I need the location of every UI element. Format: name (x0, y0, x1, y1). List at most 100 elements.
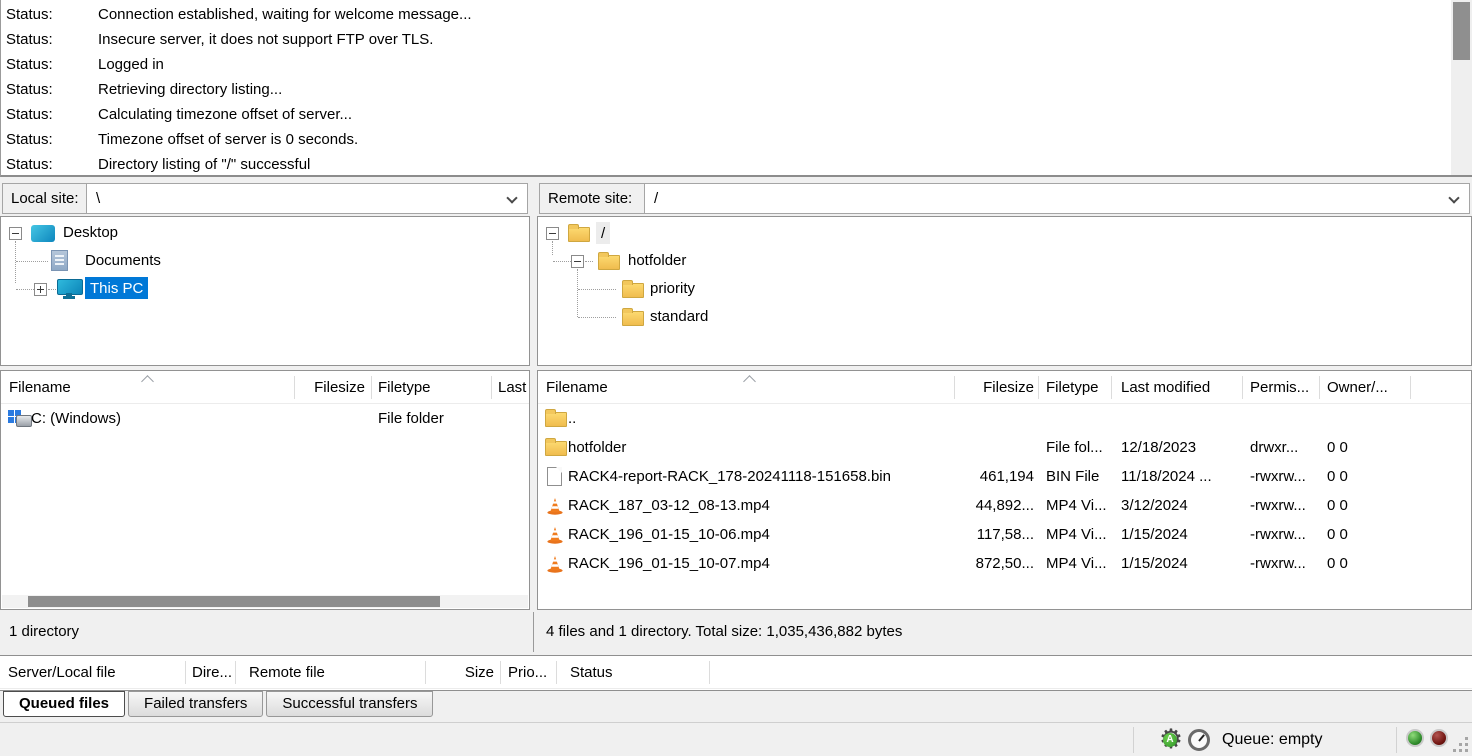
tree-item-documents[interactable]: Documents (85, 250, 161, 272)
log-message: Logged in (98, 56, 164, 73)
queue-tabs: Queued files Failed transfers Successful… (3, 691, 436, 717)
remote-site-path: / (654, 190, 658, 207)
column-header-filesize[interactable]: Filesize (958, 371, 1034, 404)
vlc-cone-icon (546, 555, 564, 573)
remote-site-combobox[interactable]: / (644, 183, 1470, 214)
column-resize-handle[interactable] (425, 661, 426, 684)
chevron-down-icon[interactable] (506, 192, 517, 203)
tree-item-root[interactable]: / (596, 222, 610, 244)
local-scrollbar-thumb[interactable] (28, 596, 440, 607)
file-owner: 0 0 (1327, 491, 1348, 520)
tree-connector (48, 289, 56, 290)
file-name: RACK_187_03-12_08-13.mp4 (568, 491, 770, 520)
file-last-modified: 1/15/2024 (1121, 520, 1188, 549)
folder-icon (622, 311, 644, 326)
file-row[interactable]: RACK_196_01-15_10-06.mp4 117,58... MP4 V… (538, 520, 1471, 549)
tree-connector (577, 269, 578, 317)
column-header-permissions[interactable]: Permis... (1250, 371, 1309, 404)
column-resize-handle[interactable] (185, 661, 186, 684)
file-last-modified: 11/18/2024 ... (1121, 462, 1212, 491)
local-file-list: Filename Filesize Filetype Last C: (Wind… (0, 370, 530, 610)
column-header-filetype[interactable]: Filetype (1046, 371, 1099, 404)
log-line: Status:Insecure server, it does not supp… (1, 27, 1472, 52)
column-resize-handle[interactable] (294, 376, 295, 399)
file-row[interactable]: .. (538, 404, 1471, 433)
tree-item-desktop[interactable]: Desktop (63, 222, 118, 244)
collapse-expander-icon[interactable] (571, 255, 584, 268)
column-header-priority[interactable]: Prio... (508, 656, 547, 689)
file-row[interactable]: C: (Windows) File folder (1, 404, 529, 433)
column-resize-handle[interactable] (235, 661, 236, 684)
windows-drive-icon (8, 409, 32, 427)
column-header-last-modified[interactable]: Last modified (1121, 371, 1210, 404)
log-line: Status:Connection established, waiting f… (1, 2, 1472, 27)
tree-item-hotfolder[interactable]: hotfolder (628, 250, 686, 272)
window-resize-grip[interactable] (1465, 749, 1468, 752)
file-row[interactable]: RACK_187_03-12_08-13.mp4 44,892... MP4 V… (538, 491, 1471, 520)
file-type: MP4 Vi... (1046, 549, 1107, 578)
bin-file-icon (547, 467, 562, 486)
local-file-list-header: Filename Filesize Filetype Last (1, 371, 529, 404)
remote-sitebar: Remote site: / (537, 181, 1472, 216)
speed-limit-gauge-icon[interactable] (1188, 729, 1210, 751)
column-resize-handle[interactable] (1242, 376, 1243, 399)
file-owner: 0 0 (1327, 549, 1348, 578)
file-owner: 0 0 (1327, 520, 1348, 549)
file-permissions: -rwxrw... (1250, 549, 1306, 578)
tree-item-standard[interactable]: standard (650, 306, 708, 328)
log-scrollbar-thumb[interactable] (1453, 2, 1470, 60)
tree-connector (16, 289, 34, 290)
file-type: BIN File (1046, 462, 1099, 491)
column-resize-handle[interactable] (371, 376, 372, 399)
tree-item-priority[interactable]: priority (650, 278, 695, 300)
file-name: .. (568, 404, 576, 433)
column-resize-handle[interactable] (1111, 376, 1112, 399)
column-resize-handle[interactable] (1319, 376, 1320, 399)
collapse-expander-icon[interactable] (546, 227, 559, 240)
expand-expander-icon[interactable] (34, 283, 47, 296)
local-site-combobox[interactable]: \ (86, 183, 528, 214)
tree-connector (553, 261, 571, 262)
column-resize-handle[interactable] (500, 661, 501, 684)
tree-connector (578, 317, 616, 318)
column-header-remote-file[interactable]: Remote file (249, 656, 325, 689)
column-resize-handle[interactable] (556, 661, 557, 684)
chevron-down-icon[interactable] (1448, 192, 1459, 203)
column-header-filesize[interactable]: Filesize (301, 371, 365, 404)
column-resize-handle[interactable] (1410, 376, 1411, 399)
log-status-label: Status: (6, 2, 98, 27)
column-resize-handle[interactable] (1038, 376, 1039, 399)
column-resize-handle[interactable] (954, 376, 955, 399)
column-header-last-modified[interactable]: Last (498, 371, 526, 404)
tree-item-this-pc[interactable]: This PC (85, 277, 148, 299)
file-name: C: (Windows) (31, 404, 121, 433)
log-line: Status:Timezone offset of server is 0 se… (1, 127, 1472, 152)
red-indicator-led (1430, 729, 1448, 747)
column-header-filename[interactable]: Filename (546, 371, 608, 404)
column-header-direction[interactable]: Dire... (192, 656, 232, 689)
tab-queued-files[interactable]: Queued files (3, 691, 125, 717)
column-header-owner[interactable]: Owner/... (1327, 371, 1388, 404)
file-row[interactable]: hotfolder File fol... 12/18/2023 drwxr..… (538, 433, 1471, 462)
column-header-status[interactable]: Status (570, 656, 613, 689)
collapse-expander-icon[interactable] (9, 227, 22, 240)
file-row[interactable]: RACK4-report-RACK_178-20241118-151658.bi… (538, 462, 1471, 491)
tab-successful-transfers[interactable]: Successful transfers (266, 691, 433, 717)
column-resize-handle[interactable] (709, 661, 710, 684)
column-header-size[interactable]: Size (430, 656, 494, 689)
tab-failed-transfers[interactable]: Failed transfers (128, 691, 263, 717)
local-horizontal-scrollbar[interactable] (2, 595, 528, 608)
column-header-filename[interactable]: Filename (9, 371, 71, 404)
file-permissions: drwxr... (1250, 433, 1298, 462)
local-site-path: \ (96, 190, 100, 207)
log-scrollbar[interactable] (1451, 0, 1472, 175)
file-owner: 0 0 (1327, 462, 1348, 491)
column-resize-handle[interactable] (491, 376, 492, 399)
file-name: RACK4-report-RACK_178-20241118-151658.bi… (568, 462, 891, 491)
message-log-panel: Status:Connection established, waiting f… (0, 0, 1472, 177)
column-header-server-local-file[interactable]: Server/Local file (8, 656, 116, 689)
file-type: MP4 Vi... (1046, 491, 1107, 520)
column-header-filetype[interactable]: Filetype (378, 371, 431, 404)
log-message: Calculating timezone offset of server... (98, 106, 352, 123)
file-row[interactable]: RACK_196_01-15_10-07.mp4 872,50... MP4 V… (538, 549, 1471, 578)
